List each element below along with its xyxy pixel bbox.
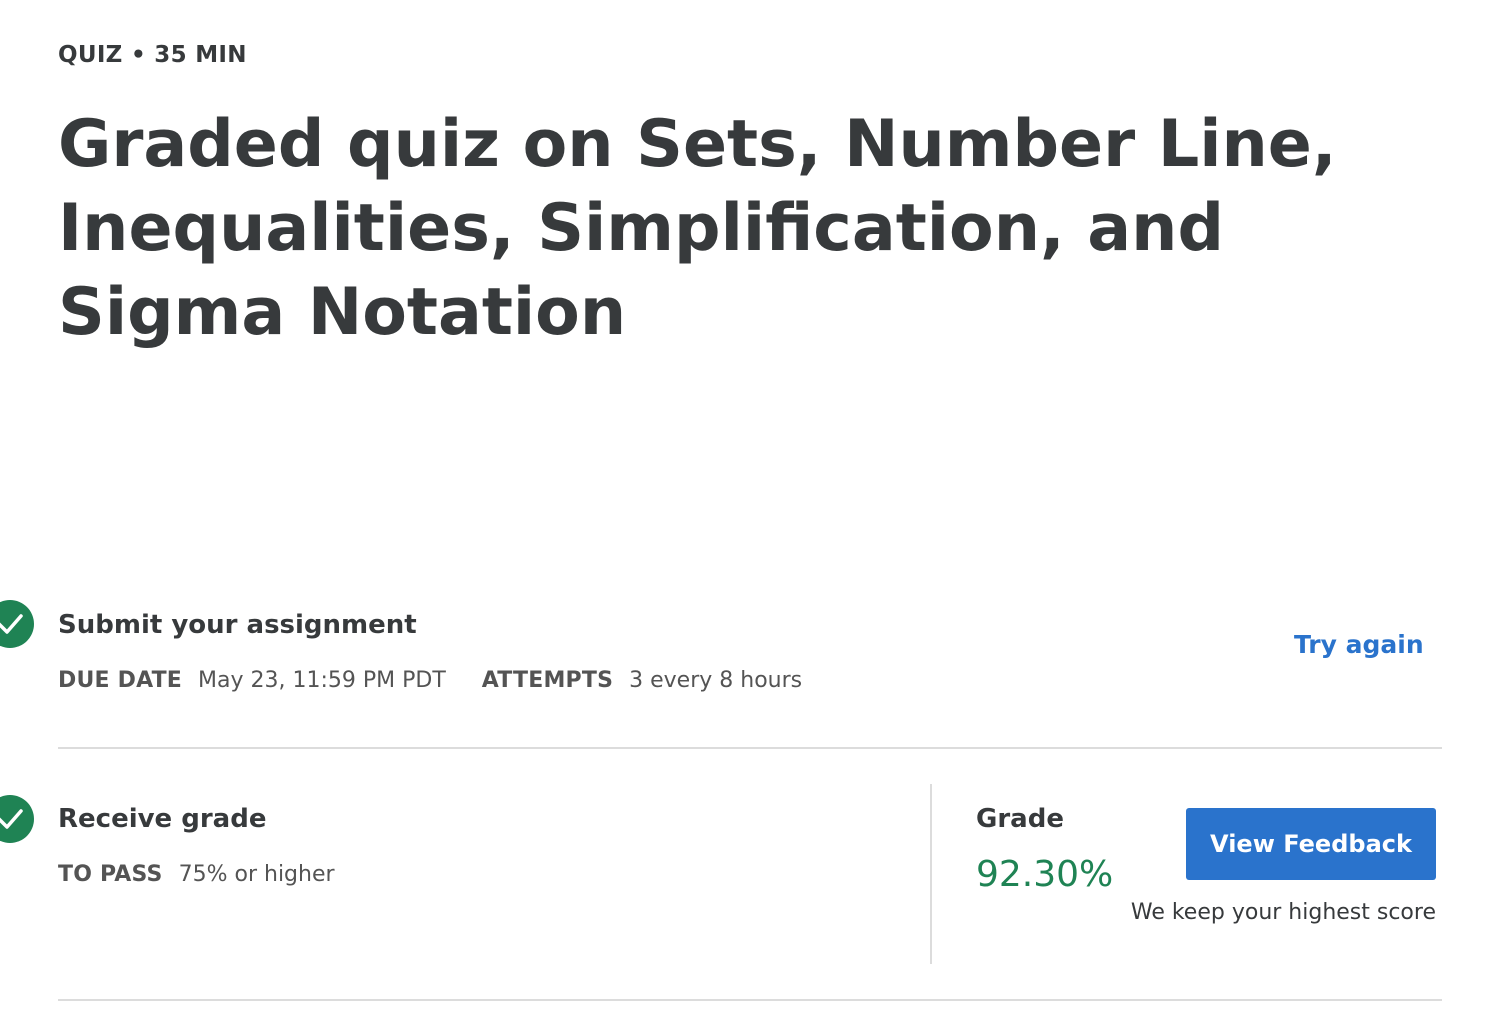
- highest-score-note: We keep your highest score: [1130, 900, 1436, 925]
- check-circle-icon: [0, 795, 34, 843]
- due-date-value: May 23, 11:59 PM PDT: [198, 668, 446, 693]
- to-pass-value: 75% or higher: [178, 862, 335, 887]
- attempts-label: ATTEMPTS: [481, 668, 614, 693]
- quiz-meta: QUIZ • 35 MIN: [58, 42, 247, 68]
- grade-details: TO PASS 75% or higher: [58, 862, 335, 887]
- page-title: Graded quiz on Sets, Number Line, Inequa…: [58, 107, 1337, 350]
- vertical-divider: [930, 784, 932, 964]
- submit-details: DUE DATE May 23, 11:59 PM PDT ATTEMPTS 3…: [58, 668, 802, 693]
- submit-assignment-heading: Submit your assignment: [58, 610, 417, 640]
- section-divider: [58, 999, 1442, 1001]
- check-circle-icon: [0, 600, 34, 648]
- receive-grade-heading: Receive grade: [58, 804, 267, 834]
- view-feedback-button[interactable]: View Feedback: [1186, 808, 1436, 880]
- section-divider: [58, 747, 1442, 749]
- grade-label: Grade: [976, 804, 1064, 834]
- due-date-label: DUE DATE: [58, 668, 183, 693]
- attempts-value: 3 every 8 hours: [629, 668, 803, 693]
- grade-value: 92.30%: [976, 854, 1114, 895]
- quiz-page: QUIZ • 35 MIN Graded quiz on Sets, Numbe…: [0, 0, 1496, 1034]
- try-again-link[interactable]: Try again: [1294, 630, 1424, 659]
- to-pass-label: TO PASS: [58, 862, 163, 887]
